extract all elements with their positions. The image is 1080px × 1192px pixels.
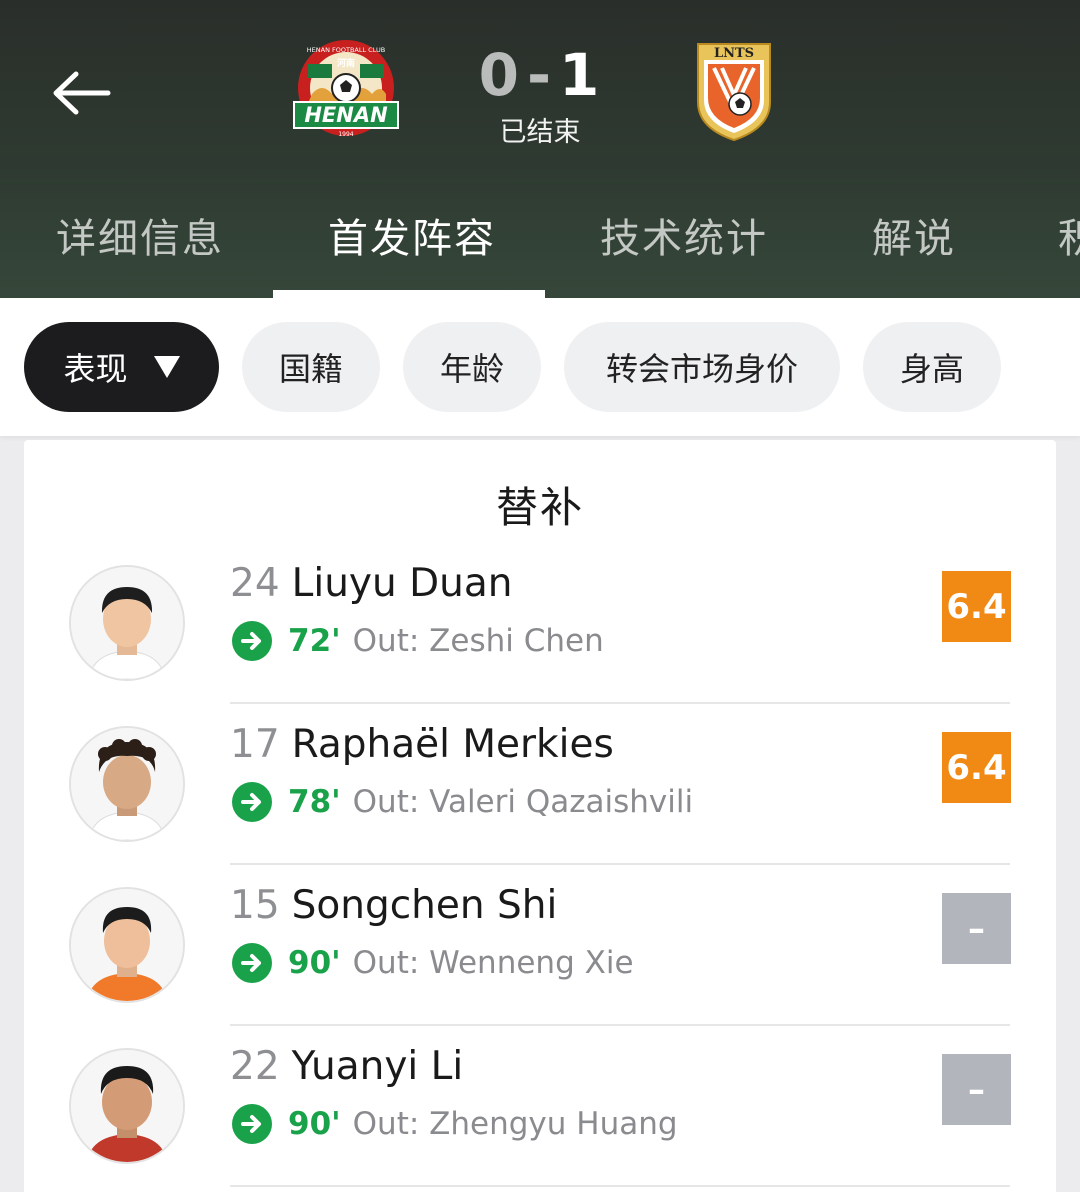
- player-rating: –: [942, 1054, 1011, 1125]
- player-rating: –: [942, 893, 1011, 964]
- player-avatar: [69, 565, 185, 681]
- player-name: Songchen Shi: [291, 883, 558, 928]
- sub-in-arrow-icon: [232, 782, 272, 822]
- sub-minute: 72': [288, 623, 341, 659]
- sub-out-player: Out: Valeri Qazaishvili: [352, 784, 694, 820]
- player-avatar: [69, 1048, 185, 1164]
- filter-market-value[interactable]: 转会市场身价: [564, 322, 840, 412]
- shandong-taishan-crest-icon[interactable]: LNTS: [694, 40, 774, 142]
- row-divider: [230, 1185, 1010, 1187]
- home-score: 0: [478, 41, 521, 109]
- filter-age[interactable]: 年龄: [403, 322, 541, 412]
- tab-details[interactable]: 详细信息: [56, 206, 224, 264]
- home-crest-arc-text: HENAN FOOTBALL CLUB: [307, 46, 385, 54]
- player-row[interactable]: 22 Yuanyi Li 90' Out: Zhengyu Huang –: [24, 1026, 1056, 1187]
- filter-height[interactable]: 身高: [863, 322, 1001, 412]
- player-row[interactable]: 24 Liuyu Duan 72' Out: Zeshi Chen 6.4: [24, 543, 1056, 704]
- player-number: 22: [230, 1044, 280, 1089]
- tab-stats[interactable]: 技术统计: [600, 206, 768, 264]
- tab-bar: 详细信息 首发阵容 技术统计 解说 积: [0, 196, 1080, 298]
- home-crest-name: HENAN: [304, 103, 388, 127]
- sub-in-arrow-icon: [232, 1104, 272, 1144]
- henan-fc-crest-icon[interactable]: 河南 HENAN FOOTBALL CLUB HENAN 1994: [292, 38, 400, 142]
- sub-in-arrow-icon: [232, 943, 272, 983]
- sub-in-arrow-icon: [232, 621, 272, 661]
- substitutes-card: 替补 24 Liuyu Duan 72' Out: Zeshi Chen 6.4 …: [24, 440, 1056, 1192]
- filter-performance-label: 表现: [63, 350, 128, 388]
- sub-out-player: Out: Zeshi Chen: [352, 623, 604, 659]
- player-number: 24: [230, 561, 280, 606]
- player-number: 17: [230, 722, 280, 767]
- player-row[interactable]: 17 Raphaël Merkies 78' Out: Valeri Qazais…: [24, 704, 1056, 865]
- active-tab-indicator: [273, 290, 545, 298]
- player-name: Yuanyi Li: [291, 1044, 464, 1089]
- back-arrow-icon: [53, 71, 111, 115]
- match-score: 0-1: [440, 40, 640, 110]
- tab-lineups[interactable]: 首发阵容: [328, 206, 496, 264]
- player-avatar: [69, 726, 185, 842]
- filter-performance-dropdown[interactable]: 表现: [24, 322, 219, 412]
- filter-bar: 表现 国籍 年龄 转会市场身价 身高: [0, 298, 1080, 436]
- section-title: 替补: [495, 483, 584, 532]
- sub-out-player: Out: Wenneng Xie: [352, 945, 634, 981]
- sub-minute: 90': [288, 1106, 341, 1142]
- match-status: 已结束: [499, 117, 581, 148]
- sub-minute: 90': [288, 945, 341, 981]
- back-button[interactable]: [46, 58, 116, 128]
- tab-standings[interactable]: 积: [1058, 206, 1080, 264]
- away-crest-name: LNTS: [714, 46, 754, 61]
- caret-down-icon: [153, 356, 180, 378]
- sub-out-player: Out: Zhengyu Huang: [352, 1106, 678, 1142]
- player-name: Raphaël Merkies: [291, 722, 614, 767]
- sub-minute: 78': [288, 784, 341, 820]
- home-crest-top-text: 河南: [337, 57, 355, 69]
- player-rating: 6.4: [942, 571, 1011, 642]
- match-header: 河南 HENAN FOOTBALL CLUB HENAN 1994 0-1 已结…: [0, 0, 1080, 298]
- tab-commentary[interactable]: 解说: [872, 206, 956, 264]
- player-number: 15: [230, 883, 280, 928]
- away-score: 1: [559, 41, 602, 109]
- home-crest-year: 1994: [338, 131, 353, 138]
- player-row[interactable]: 15 Songchen Shi 90' Out: Wenneng Xie –: [24, 865, 1056, 1026]
- player-rating: 6.4: [942, 732, 1011, 803]
- player-avatar: [69, 887, 185, 1003]
- filter-nationality[interactable]: 国籍: [242, 322, 380, 412]
- score-separator: -: [526, 41, 554, 109]
- player-name: Liuyu Duan: [291, 561, 513, 606]
